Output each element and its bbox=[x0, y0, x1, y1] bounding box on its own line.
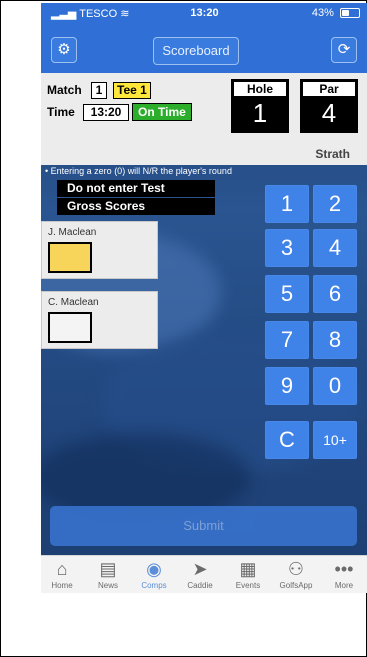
tab-label: GolfsApp bbox=[279, 581, 313, 590]
keypad-9-button[interactable]: 9 bbox=[265, 367, 309, 405]
tab-label: News bbox=[97, 581, 118, 590]
more-icon: ••• bbox=[334, 559, 354, 579]
home-icon: ⌂ bbox=[56, 559, 68, 579]
battery-fill bbox=[342, 10, 349, 17]
score-input[interactable] bbox=[48, 242, 92, 273]
calendar-icon: ▦ bbox=[239, 559, 257, 579]
hole-number: 1 bbox=[252, 98, 268, 128]
keypad-8-button[interactable]: 8 bbox=[313, 321, 357, 359]
tab-caddie[interactable]: ➤ Caddie bbox=[181, 558, 219, 593]
tab-comps[interactable]: ◉ Comps bbox=[135, 558, 173, 593]
match-info-panel: Match 1 Tee 1 Time 13:20 On Time Hole 1 … bbox=[41, 73, 367, 165]
keypad-6-button[interactable]: 6 bbox=[313, 275, 357, 313]
tab-label: Comps bbox=[141, 581, 167, 590]
screenshot-frame: ▂▃▅ TESCO ≋ 13:20 43% ⚙ Scoreboard ⟳ Mat… bbox=[0, 0, 367, 657]
tab-label: Caddie bbox=[187, 581, 213, 590]
keypad-10-plus-button[interactable]: 10+ bbox=[313, 421, 357, 459]
battery-indicator: 43% bbox=[312, 7, 360, 19]
tee-value: 1 bbox=[140, 83, 147, 97]
tab-home[interactable]: ⌂ Home bbox=[43, 558, 81, 593]
refresh-button[interactable]: ⟳ bbox=[331, 37, 357, 63]
hole-card: Hole 1 bbox=[231, 79, 289, 133]
gear-icon: ⚙ bbox=[57, 41, 71, 58]
keypad-4-button[interactable]: 4 bbox=[313, 229, 357, 267]
location-arrow-icon: ➤ bbox=[192, 559, 208, 579]
settings-button[interactable]: ⚙ bbox=[51, 37, 77, 63]
player-card[interactable]: J. Maclean bbox=[41, 221, 158, 279]
warning-line-2: Gross Scores bbox=[57, 198, 215, 215]
tab-events[interactable]: ▦ Events bbox=[229, 558, 267, 593]
par-card: Par 4 bbox=[300, 79, 358, 133]
status-badge: On Time bbox=[132, 103, 192, 121]
submit-button[interactable]: Submit bbox=[50, 506, 357, 546]
keypad-3-button[interactable]: 3 bbox=[265, 229, 309, 267]
news-icon: ▤ bbox=[99, 559, 117, 579]
tee-label-text: Tee bbox=[117, 83, 137, 97]
keypad-clear-button[interactable]: C bbox=[265, 421, 309, 459]
course-name: Strath bbox=[315, 147, 350, 161]
keypad-0-button[interactable]: 0 bbox=[313, 367, 357, 405]
scoreboard-button[interactable]: Scoreboard bbox=[153, 37, 239, 65]
warning-line-1: Do not enter Test bbox=[57, 180, 215, 197]
player-name: J. Maclean bbox=[48, 227, 97, 238]
keypad-7-button[interactable]: 7 bbox=[265, 321, 309, 359]
hole-label: Hole bbox=[234, 82, 286, 96]
tab-news[interactable]: ▤ News bbox=[89, 558, 127, 593]
time-value: 13:20 bbox=[83, 104, 129, 121]
match-value: 1 bbox=[91, 82, 107, 99]
tab-label: More bbox=[334, 581, 354, 590]
par-label: Par bbox=[303, 82, 355, 96]
player-name: C. Maclean bbox=[48, 297, 99, 308]
keypad-1-button[interactable]: 1 bbox=[265, 185, 309, 223]
tee-label: Tee 1 bbox=[113, 82, 151, 99]
battery-icon bbox=[340, 8, 360, 19]
match-label: Match bbox=[47, 83, 82, 97]
tab-label: Home bbox=[51, 581, 73, 590]
refresh-icon: ⟳ bbox=[337, 41, 351, 58]
nav-bar: ⚙ Scoreboard ⟳ bbox=[41, 25, 367, 73]
keypad-5-button[interactable]: 5 bbox=[265, 275, 309, 313]
zero-score-note: • Entering a zero (0) will N/R the playe… bbox=[45, 166, 232, 176]
status-bar: ▂▃▅ TESCO ≋ 13:20 43% bbox=[41, 3, 367, 25]
tab-label: Events bbox=[235, 581, 261, 590]
tab-golfsapp[interactable]: ⚇ GolfsApp bbox=[277, 558, 315, 593]
keypad-2-button[interactable]: 2 bbox=[313, 185, 357, 223]
player-card[interactable]: C. Maclean bbox=[41, 291, 158, 349]
phone-screen: ▂▃▅ TESCO ≋ 13:20 43% ⚙ Scoreboard ⟳ Mat… bbox=[41, 3, 367, 593]
medal-icon: ◉ bbox=[146, 559, 162, 579]
battery-percent: 43% bbox=[311, 7, 334, 19]
people-icon: ⚇ bbox=[287, 559, 305, 579]
tab-bar: ⌂ Home ▤ News ◉ Comps ➤ Caddie ▦ Events … bbox=[41, 555, 367, 593]
tab-more[interactable]: ••• More bbox=[325, 558, 363, 593]
par-number: 4 bbox=[321, 98, 337, 128]
score-input[interactable] bbox=[48, 312, 92, 343]
time-label: Time bbox=[47, 105, 75, 119]
